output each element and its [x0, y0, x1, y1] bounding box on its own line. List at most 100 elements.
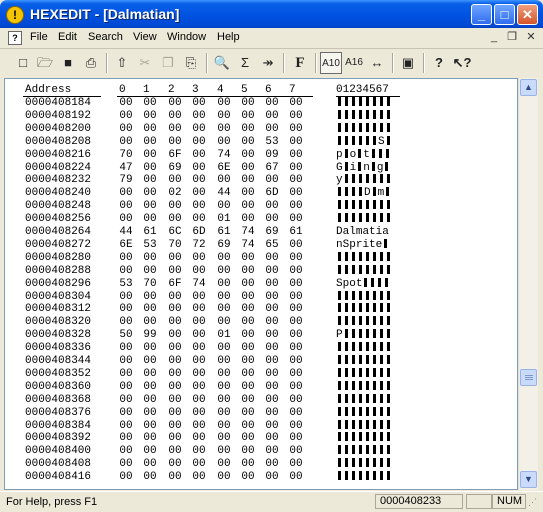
new-icon[interactable]: □	[12, 52, 34, 74]
hex-byte[interactable]: 00	[166, 445, 184, 457]
cut-icon[interactable]: ✂	[134, 52, 156, 74]
hex-byte[interactable]: 00	[239, 110, 257, 122]
hex-byte[interactable]: 00	[166, 432, 184, 444]
hex-byte[interactable]: 00	[263, 458, 281, 470]
child-close-icon[interactable]: ✕	[524, 31, 538, 43]
hex-byte[interactable]: 00	[117, 265, 135, 277]
hex-byte[interactable]: 00	[239, 316, 257, 328]
hex-byte[interactable]: 00	[287, 265, 305, 277]
hex-byte[interactable]: 00	[287, 187, 305, 199]
ascii-cell[interactable]: Dalmatia	[336, 226, 389, 238]
hex-byte[interactable]: 47	[117, 162, 135, 174]
hex-byte[interactable]: 44	[215, 187, 233, 199]
hex-byte[interactable]: 00	[287, 200, 305, 212]
hex-byte[interactable]: 53	[117, 278, 135, 290]
hex-mode-icon[interactable]: A16	[343, 52, 365, 74]
hex-byte[interactable]: 00	[117, 200, 135, 212]
hex-byte[interactable]: 00	[117, 407, 135, 419]
close-button[interactable]: ✕	[517, 4, 538, 25]
hex-byte[interactable]: 00	[239, 407, 257, 419]
hex-byte[interactable]: 00	[166, 136, 184, 148]
hex-byte[interactable]: 00	[117, 394, 135, 406]
hex-byte[interactable]: 00	[190, 252, 208, 264]
hex-byte[interactable]: 00	[117, 445, 135, 457]
hex-byte[interactable]: 00	[166, 265, 184, 277]
hex-byte[interactable]: 00	[166, 174, 184, 186]
hex-byte[interactable]: 00	[215, 252, 233, 264]
hex-byte[interactable]: 6E	[117, 239, 135, 251]
menu-window[interactable]: Window	[167, 31, 206, 43]
hex-byte[interactable]: 00	[166, 200, 184, 212]
hex-byte[interactable]: 00	[239, 329, 257, 341]
hex-byte[interactable]: 00	[239, 420, 257, 432]
ascii-cell[interactable]	[336, 406, 392, 419]
hex-byte[interactable]: 00	[141, 342, 159, 354]
hex-byte[interactable]: 00	[166, 368, 184, 380]
hex-byte[interactable]: 00	[215, 407, 233, 419]
ascii-cell[interactable]	[336, 290, 392, 303]
hex-byte[interactable]: 00	[239, 445, 257, 457]
hex-byte[interactable]: 00	[287, 291, 305, 303]
hex-byte[interactable]: 00	[263, 355, 281, 367]
hex-byte[interactable]: 00	[263, 316, 281, 328]
hex-byte[interactable]: 79	[117, 174, 135, 186]
hex-byte[interactable]: 00	[263, 394, 281, 406]
resize-grip-icon[interactable]: ⋰	[528, 497, 537, 508]
ascii-cell[interactable]	[336, 419, 392, 432]
hex-byte[interactable]: 00	[190, 123, 208, 135]
child-restore-icon[interactable]: ❐	[505, 31, 519, 43]
hex-byte[interactable]: 00	[287, 239, 305, 251]
hex-byte[interactable]: 00	[141, 368, 159, 380]
hex-byte[interactable]: 00	[141, 355, 159, 367]
hex-byte[interactable]: 00	[287, 368, 305, 380]
hex-byte[interactable]: 09	[263, 149, 281, 161]
hex-byte[interactable]: 00	[190, 355, 208, 367]
hex-byte[interactable]: 00	[263, 278, 281, 290]
ascii-cell[interactable]	[336, 393, 392, 406]
hex-byte[interactable]: 00	[141, 471, 159, 483]
hex-editor-view[interactable]: Address 01234567 01234567 0000408184 00 00…	[4, 78, 518, 490]
hex-byte[interactable]: 00	[117, 381, 135, 393]
hex-byte[interactable]: 02	[166, 187, 184, 199]
menu-edit[interactable]: Edit	[58, 31, 77, 43]
hex-byte[interactable]: 00	[141, 200, 159, 212]
hex-byte[interactable]: 00	[117, 97, 135, 109]
hex-byte[interactable]: 00	[263, 291, 281, 303]
hex-byte[interactable]: 00	[239, 187, 257, 199]
hex-byte[interactable]: 00	[239, 342, 257, 354]
hex-byte[interactable]: 00	[287, 407, 305, 419]
hex-byte[interactable]: 61	[287, 226, 305, 238]
calculator-icon[interactable]: Σ	[234, 52, 256, 74]
hex-byte[interactable]: 00	[141, 381, 159, 393]
hex-byte[interactable]: 00	[287, 136, 305, 148]
hex-byte[interactable]: 00	[166, 420, 184, 432]
hex-byte[interactable]: 00	[263, 97, 281, 109]
ascii-cell[interactable]: Spot	[336, 277, 390, 290]
hex-byte[interactable]: 00	[239, 123, 257, 135]
hex-byte[interactable]: 00	[190, 200, 208, 212]
hex-byte[interactable]: 00	[215, 303, 233, 315]
maximize-button[interactable]: □	[494, 4, 515, 25]
save-icon[interactable]: ■	[57, 52, 79, 74]
hex-byte[interactable]: 00	[166, 458, 184, 470]
context-help-icon[interactable]: ↖?	[451, 52, 473, 74]
hex-byte[interactable]: 70	[117, 149, 135, 161]
hex-byte[interactable]: 00	[239, 394, 257, 406]
hex-byte[interactable]: 00	[287, 97, 305, 109]
menu-search[interactable]: Search	[88, 31, 123, 43]
hex-byte[interactable]: 00	[287, 213, 305, 225]
hex-byte[interactable]: 00	[239, 278, 257, 290]
hex-byte[interactable]: 00	[117, 316, 135, 328]
hex-byte[interactable]: 00	[190, 381, 208, 393]
hex-byte[interactable]: 00	[141, 407, 159, 419]
ascii-cell[interactable]	[336, 432, 392, 444]
vertical-scrollbar[interactable]: ▲ ▼	[518, 78, 538, 490]
hex-byte[interactable]: 00	[166, 110, 184, 122]
hex-byte[interactable]: 00	[215, 471, 233, 483]
ascii-cell[interactable]	[336, 109, 392, 122]
ascii-cell[interactable]	[336, 122, 392, 135]
hex-byte[interactable]: 00	[190, 136, 208, 148]
ascii-cell[interactable]: P	[336, 329, 392, 341]
hex-byte[interactable]: 00	[166, 355, 184, 367]
hex-byte[interactable]: 69	[215, 239, 233, 251]
